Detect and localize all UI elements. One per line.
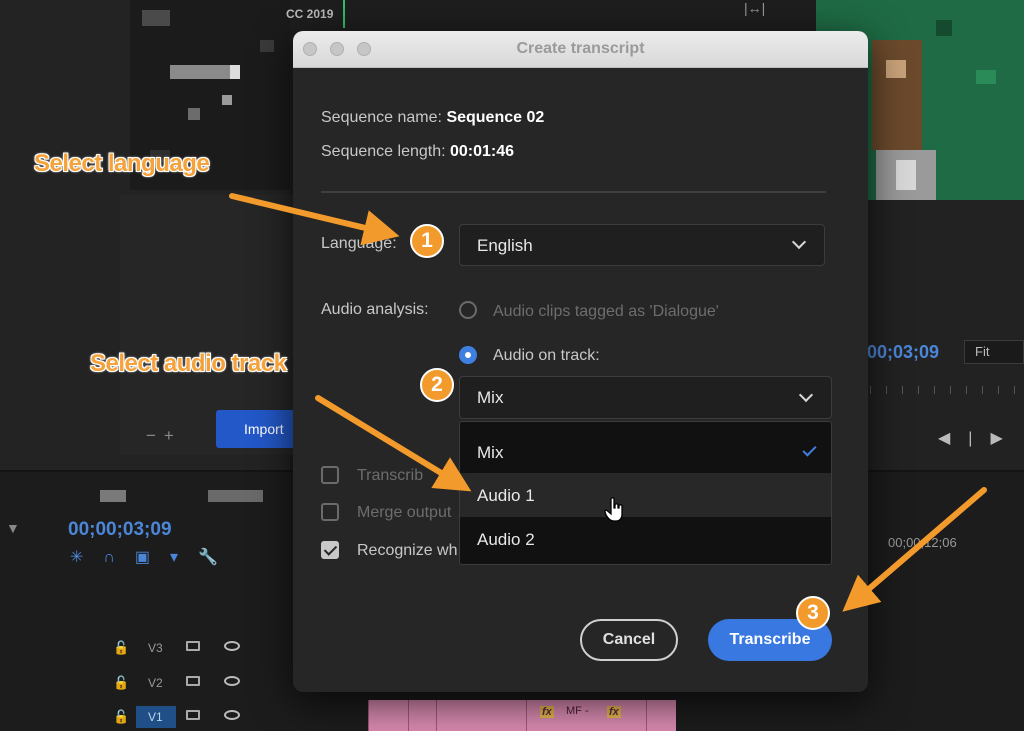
annotation-select-language: Select language: [34, 150, 210, 177]
step-badge-2: 2: [420, 368, 454, 402]
step-badge-3: 3: [796, 596, 830, 630]
step-badge-1: 1: [410, 224, 444, 258]
arrow-to-language: [229, 193, 400, 246]
annotation-select-audio-track: Select audio track: [90, 350, 287, 377]
arrow-to-audio-track: [315, 395, 472, 492]
arrow-to-transcribe: [842, 487, 987, 612]
